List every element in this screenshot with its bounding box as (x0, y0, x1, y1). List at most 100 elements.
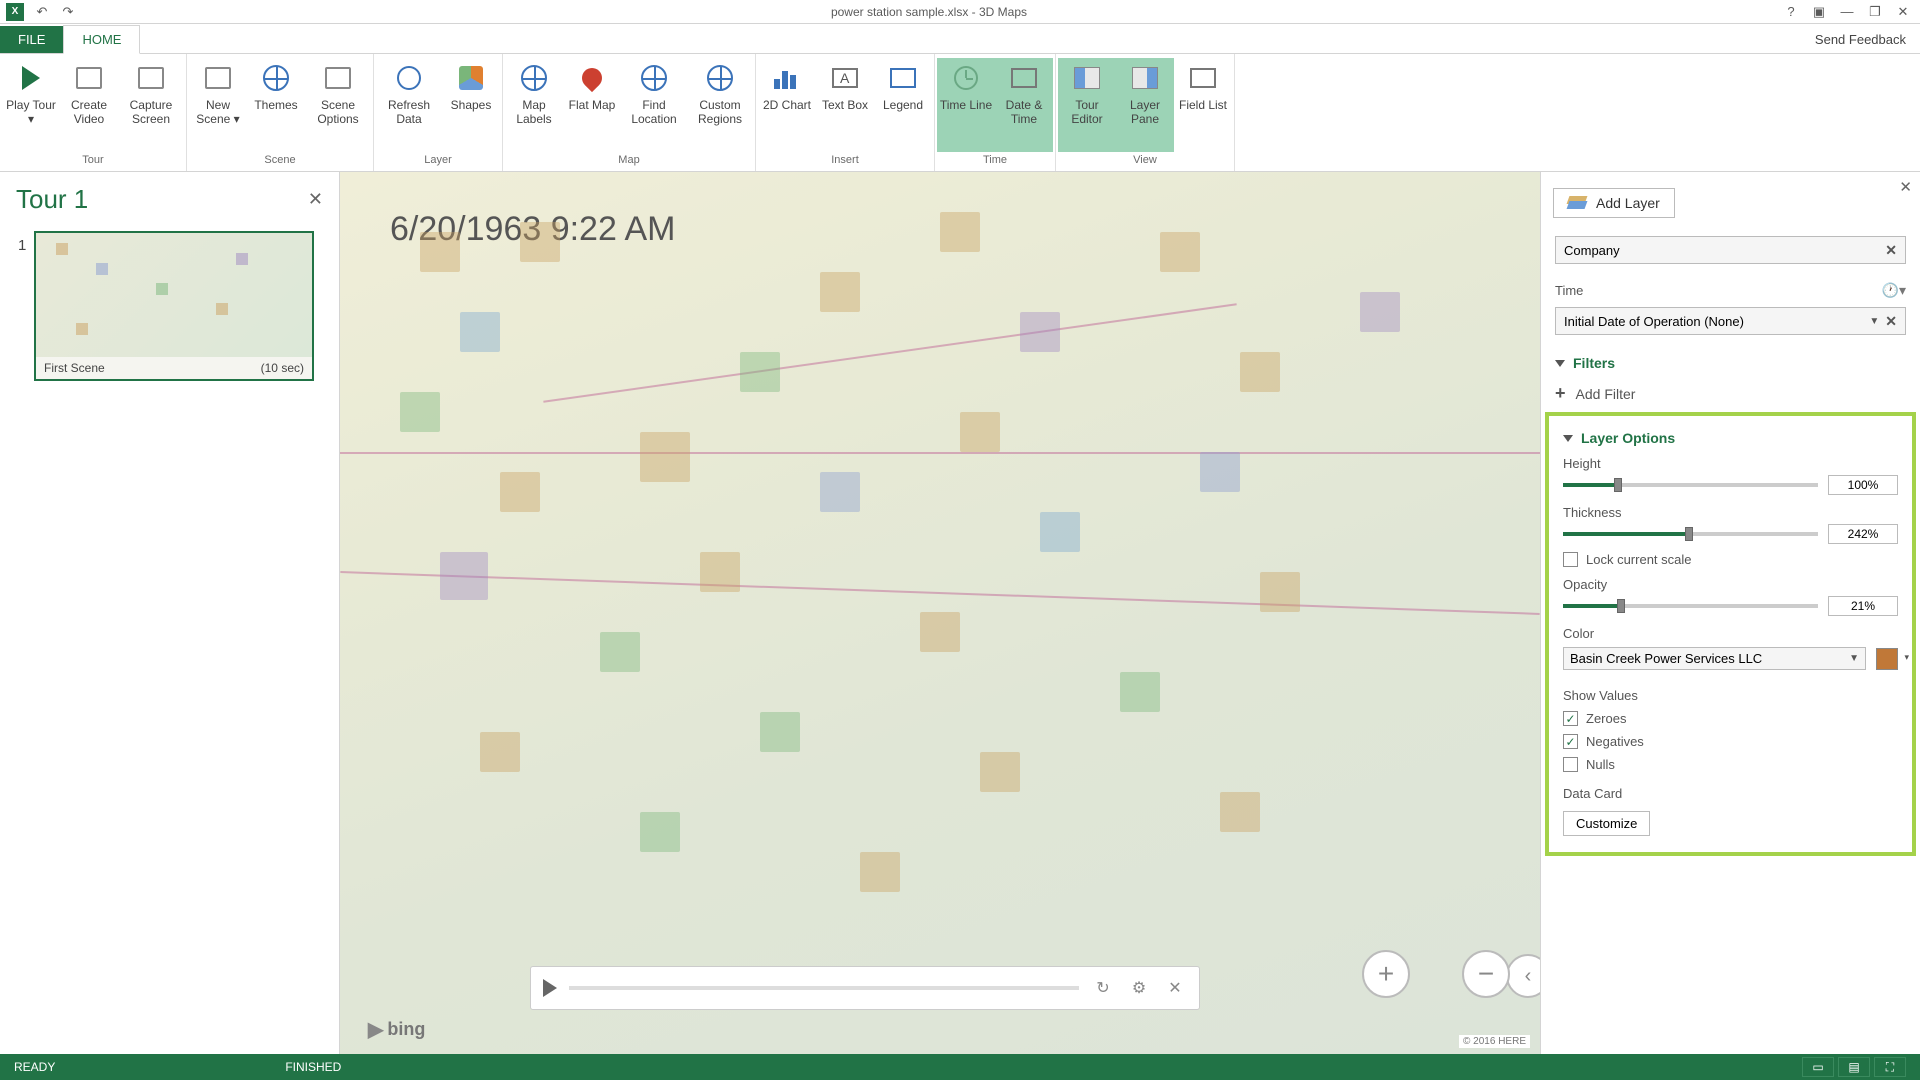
tab-home[interactable]: HOME (63, 25, 140, 54)
group-tour-label: Tour (82, 152, 103, 169)
options-icon (325, 67, 351, 89)
timeline-play-button[interactable] (543, 979, 557, 997)
layers-icon (1568, 196, 1586, 210)
negatives-row[interactable]: ✓ Negatives (1563, 734, 1898, 749)
time-line-button[interactable]: Time Line (937, 58, 995, 152)
window-controls: ? ▣ — ❐ ✕ (1778, 2, 1920, 22)
status-bar: READY FINISHED ▭ ▤ ⛶ (0, 1054, 1920, 1080)
flat-map-button[interactable]: Flat Map (563, 58, 621, 152)
2d-chart-button[interactable]: 2D Chart (758, 58, 816, 152)
thickness-slider[interactable] (1563, 532, 1818, 536)
color-swatch-picker[interactable] (1876, 648, 1898, 670)
date-time-button[interactable]: Date & Time (995, 58, 1053, 152)
scene-preview (36, 233, 312, 357)
category-clear-button[interactable]: ✕ (1885, 242, 1897, 259)
filters-section-header[interactable]: Filters (1555, 355, 1906, 371)
scene-duration: (10 sec) (261, 361, 304, 375)
video-icon (76, 67, 102, 89)
custom-regions-button[interactable]: Custom Regions (687, 58, 753, 152)
zeroes-row[interactable]: ✓ Zeroes (1563, 711, 1898, 726)
color-field-select[interactable]: Basin Creek Power Services LLC▼ (1563, 647, 1866, 670)
status-view-button-1[interactable]: ▭ (1802, 1057, 1834, 1077)
tour-editor-button[interactable]: Tour Editor (1058, 58, 1116, 152)
text-box-button[interactable]: Text Box (816, 58, 874, 152)
collapse-icon (1563, 435, 1573, 442)
negatives-checkbox[interactable]: ✓ (1563, 734, 1578, 749)
display-options-button[interactable]: ▣ (1806, 2, 1832, 22)
layer-pane-close-button[interactable]: ✕ (1899, 178, 1912, 196)
map-canvas[interactable]: 6/20/1963 9:22 AM ▶bing © 201 (340, 172, 1540, 1054)
restore-button[interactable]: ❐ (1862, 2, 1888, 22)
scene-options-button[interactable]: Scene Options (305, 58, 371, 152)
undo-button[interactable]: ↶ (30, 2, 54, 22)
nulls-row[interactable]: Nulls (1563, 757, 1898, 772)
layer-pane: ✕ Add Layer ✕ Time 🕐▾ ▼ ✕ Filters (1540, 172, 1920, 1054)
status-view-button-2[interactable]: ▤ (1838, 1057, 1870, 1077)
layerpane-icon (1132, 67, 1158, 89)
themes-button[interactable]: Themes (247, 58, 305, 152)
height-label: Height (1563, 456, 1898, 471)
status-view-button-3[interactable]: ⛶ (1874, 1057, 1906, 1077)
help-button[interactable]: ? (1778, 2, 1804, 22)
time-field-dropdown[interactable]: ▼ (1869, 316, 1879, 327)
opacity-value[interactable]: 21% (1828, 596, 1898, 616)
layer-options-header[interactable]: Layer Options (1563, 430, 1898, 446)
scene-thumbnail[interactable]: 1 First Scene (10 sec) (34, 231, 314, 381)
time-field-row: ▼ ✕ (1555, 307, 1906, 335)
lock-scale-checkbox[interactable] (1563, 552, 1578, 567)
thickness-value[interactable]: 242% (1828, 524, 1898, 544)
zoom-in-button[interactable]: + (1362, 950, 1410, 998)
timeline-loop-button[interactable]: ↻ (1091, 976, 1115, 1000)
tour-editor-panel: Tour 1 ✕ 1 First Scene (10 sec) (0, 172, 340, 1054)
new-scene-button[interactable]: New Scene ▾ (189, 58, 247, 152)
layer-pane-button[interactable]: Layer Pane (1116, 58, 1174, 152)
legend-button[interactable]: Legend (874, 58, 932, 152)
add-filter-button[interactable]: +Add Filter (1555, 383, 1906, 404)
category-field-input[interactable] (1564, 243, 1885, 258)
excel-icon: X (6, 3, 24, 21)
scene-number: 1 (18, 237, 26, 254)
time-field-input[interactable] (1564, 314, 1869, 329)
legend-icon (890, 68, 916, 88)
height-value[interactable]: 100% (1828, 475, 1898, 495)
map-labels-button[interactable]: Map Labels (505, 58, 563, 152)
tour-panel-close-button[interactable]: ✕ (308, 189, 323, 210)
send-feedback-link[interactable]: Send Feedback (1801, 26, 1920, 53)
customize-button[interactable]: Customize (1563, 811, 1650, 836)
find-location-button[interactable]: Find Location (621, 58, 687, 152)
lock-scale-row[interactable]: Lock current scale (1563, 552, 1898, 567)
create-video-button[interactable]: Create Video (60, 58, 118, 152)
time-type-dropdown[interactable]: 🕐▾ (1882, 282, 1906, 299)
height-slider[interactable] (1563, 483, 1818, 487)
main-area: Tour 1 ✕ 1 First Scene (10 sec) 6/20/196… (0, 172, 1920, 1054)
find-icon (641, 65, 667, 91)
zoom-out-button[interactable]: − (1462, 950, 1510, 998)
tab-file[interactable]: FILE (0, 26, 63, 53)
themes-icon (263, 65, 289, 91)
capture-screen-button[interactable]: Capture Screen (118, 58, 184, 152)
opacity-slider[interactable] (1563, 604, 1818, 608)
category-field-row: ✕ (1555, 236, 1906, 264)
timeline-track[interactable] (569, 986, 1079, 990)
minimize-button[interactable]: — (1834, 2, 1860, 22)
nulls-checkbox[interactable] (1563, 757, 1578, 772)
time-clear-button[interactable]: ✕ (1885, 313, 1897, 330)
refresh-icon (397, 66, 421, 90)
zeroes-checkbox[interactable]: ✓ (1563, 711, 1578, 726)
map-labels-icon (521, 65, 547, 91)
group-tour: Play Tour ▾ Create Video Capture Screen … (0, 54, 187, 171)
redo-button[interactable]: ↷ (56, 2, 80, 22)
shapes-button[interactable]: Shapes (442, 58, 500, 152)
refresh-data-button[interactable]: Refresh Data (376, 58, 442, 152)
group-view: Tour Editor Layer Pane Field List View (1056, 54, 1235, 171)
status-finished: FINISHED (285, 1060, 341, 1074)
bing-logo: ▶bing (368, 1017, 425, 1042)
timeline-settings-button[interactable]: ⚙ (1127, 976, 1151, 1000)
timeline-close-button[interactable]: ✕ (1163, 976, 1187, 1000)
datetime-icon (1011, 68, 1037, 88)
group-layer-label: Layer (424, 152, 452, 169)
play-tour-button[interactable]: Play Tour ▾ (2, 58, 60, 152)
close-button[interactable]: ✕ (1890, 2, 1916, 22)
add-layer-button[interactable]: Add Layer (1553, 188, 1675, 218)
field-list-button[interactable]: Field List (1174, 58, 1232, 152)
